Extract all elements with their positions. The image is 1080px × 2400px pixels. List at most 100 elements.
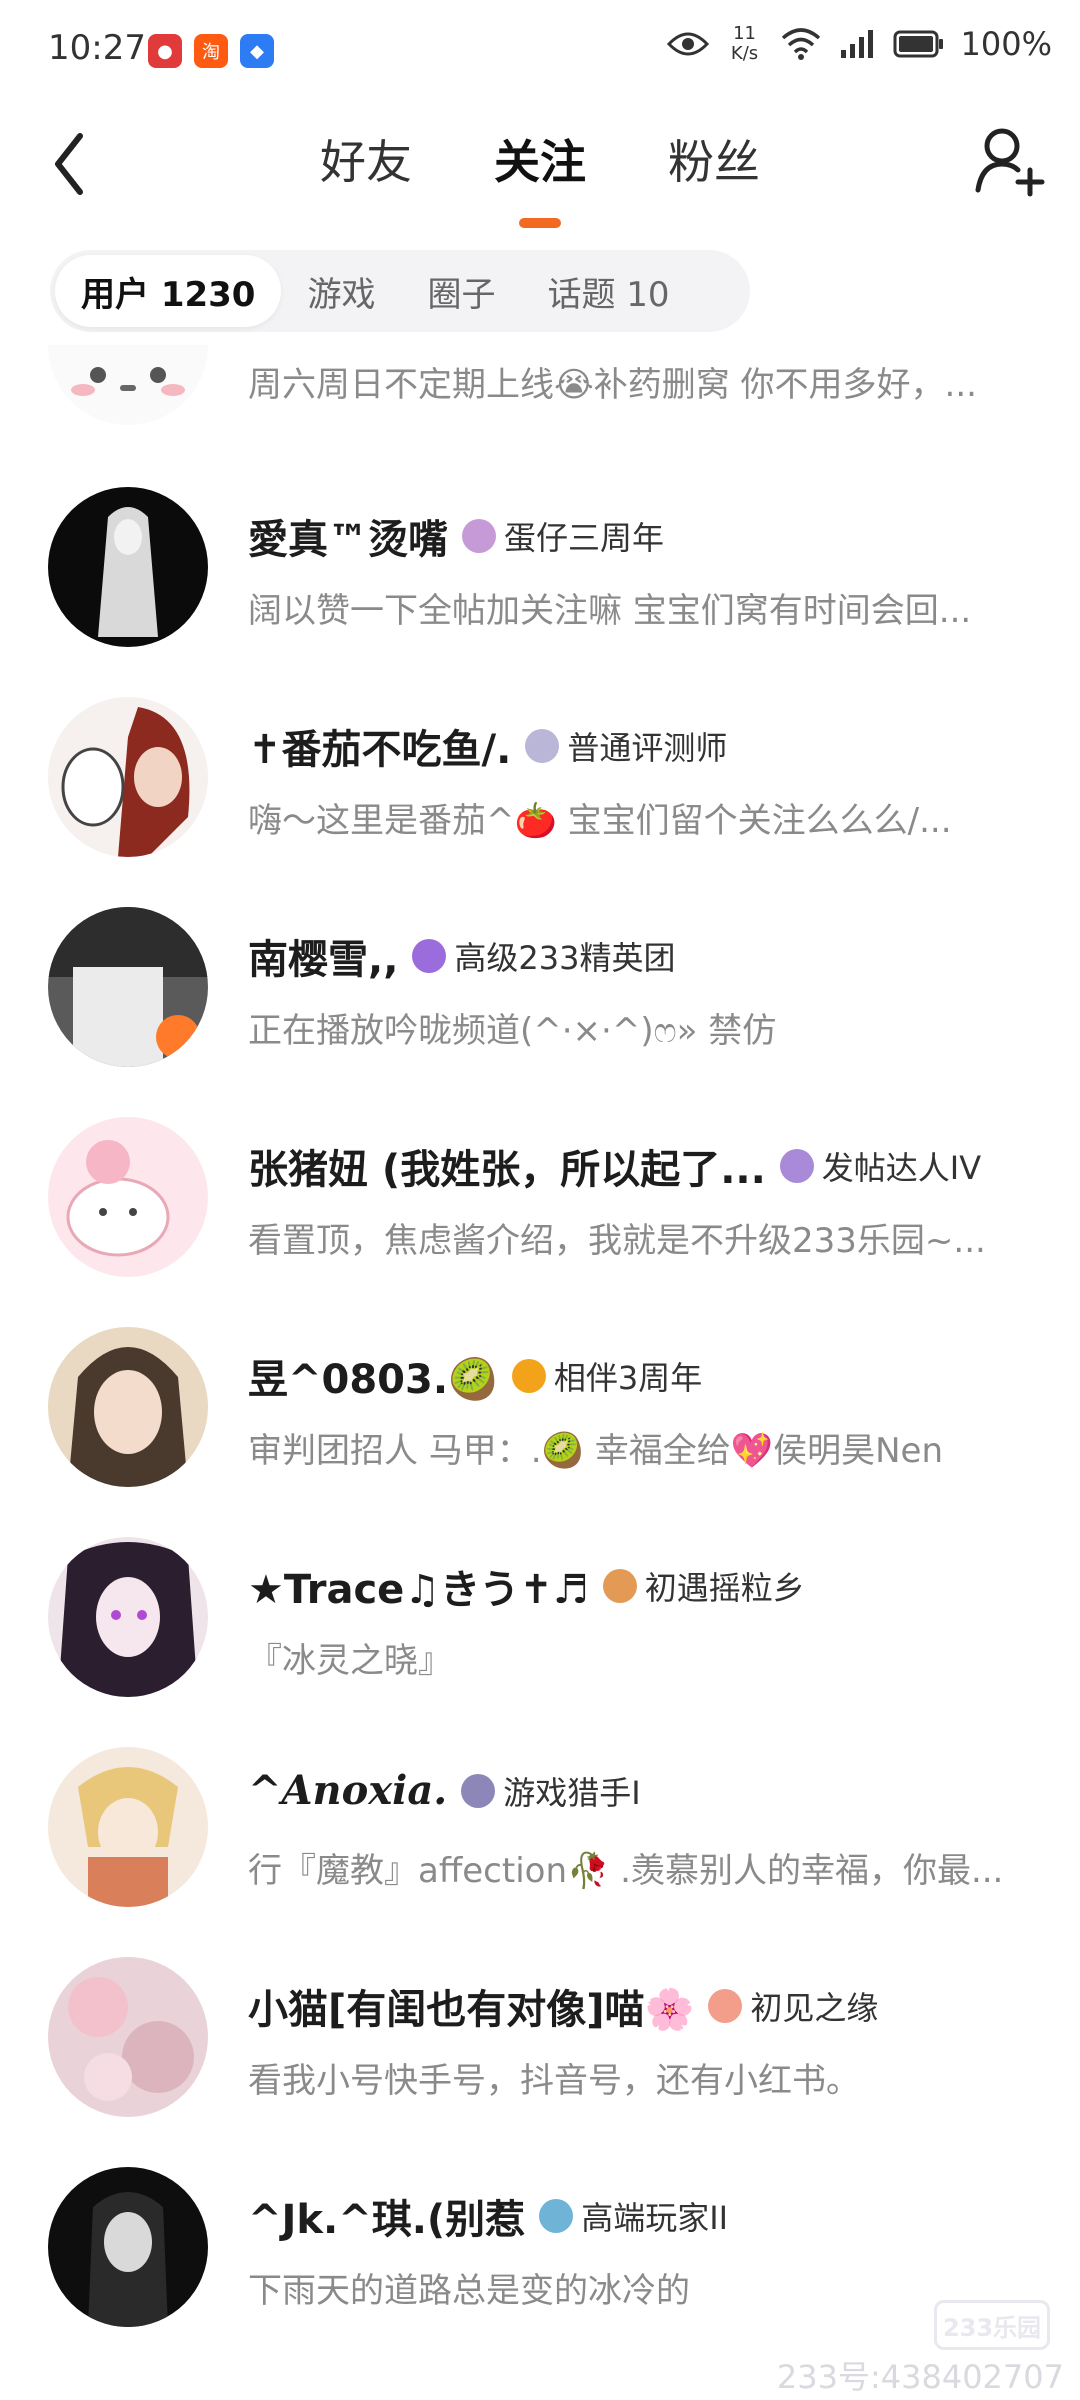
badge-icon [511,1359,546,1393]
tab-bar: 好友 关注 粉丝 [0,126,1080,228]
badge-label: 初见之缘 [750,1989,879,2027]
avatar-image [88,2192,168,2327]
badge-label: 发帖达人IV [821,1149,982,1187]
list-item[interactable]: ^Anoxia. 游戏猎手I 行『魔教』affection🥀 .羡慕别人的幸福，… [0,1745,1080,1955]
avatar-image [68,1977,194,2101]
watermark-id: 233号:438402707 [776,2358,1064,2396]
avatar [48,697,208,857]
app-icon-3: ◆ [240,34,274,68]
list-item-desc: 阔以赞一下全帖加关注嘛 宝宝们窝有时间会回... [248,591,972,631]
tab-following-label: 关注 [494,135,586,189]
badge-label: 高端玩家II [581,2199,729,2237]
badge-icon [539,2199,574,2233]
list-item-desc: 『冰灵之晓』 [248,1641,452,1681]
active-tab-indicator [519,218,561,228]
list-item[interactable]: 张猪妞 (我姓张，所以起了... 发帖达人IV 看置顶，焦虑酱介绍，我就是不升级… [0,1115,1080,1325]
watermark-logo: 233乐园 [934,2300,1050,2350]
user-name: ★Trace♫きう✝♬ [248,1567,589,1613]
list-item-title: 张猪妞 (我姓张，所以起了... 发帖达人IV [248,1137,981,1195]
list-item[interactable]: 小猫[有闺也有对像]喵🌸 初见之缘 看我小号快手号，抖音号，还有小红书。 [0,1955,1080,2165]
list-item-desc: 审判团招人 马甲：.🥝 幸福全给💖侯明昊Nen [248,1431,943,1471]
list-item-title: ^Jk.^琪.(别惹 高端玩家II [248,2187,728,2245]
badge-icon [779,1149,814,1183]
user-name: ^Jk.^琪.(别惹 [248,2197,526,2243]
list-item-desc: 嗨～这里是番茄^🍅 宝宝们留个关注么么么/... [248,801,952,841]
list-item-desc: 周六周日不定期上线😭补药删窝 你不用多好，... [248,365,977,405]
signal-icon [840,30,873,58]
user-badge: 蛋仔三周年 [462,513,664,559]
badge-label: 游戏猎手I [503,1773,641,1812]
badge-label: 蛋仔三周年 [504,519,665,557]
battery-icon [893,30,943,58]
user-badge: 高端玩家II [539,2193,728,2239]
following-list: 周六周日不定期上线😭补药删窝 你不用多好，... 愛真™烫嘴 蛋仔三周年 阔以赞… [0,345,1080,2400]
list-item[interactable]: 南樱雪,, 高级233精英团 正在播放吟昽频道(^·×·^)ෆ» 禁仿 [0,905,1080,1115]
list-item[interactable]: 昱^0803.🥝 相伴3周年 审判团招人 马甲：.🥝 幸福全给💖侯明昊Nen [0,1325,1080,1535]
avatar-image [68,1347,188,1487]
badge-icon [461,1773,496,1808]
avatar-image [61,707,190,857]
list-item[interactable]: ★Trace♫きう✝♬ 初遇摇粒乡 『冰灵之晓』 [0,1535,1080,1745]
avatar-image [98,507,158,637]
list-item-desc: 正在播放吟昽频道(^·×·^)ෆ» 禁仿 [248,1011,777,1051]
avatar-image [48,907,208,1067]
list-item-desc: 看置顶，焦虑酱介绍，我就是不升级233乐园~... [248,1221,986,1261]
badge-icon [412,939,447,973]
user-name: ✝番茄不吃鱼/. [248,727,512,773]
avatar [48,1957,208,2117]
segment-games[interactable]: 游戏 [281,255,401,327]
speed-value: 11 [733,23,756,44]
tab-friends[interactable]: 好友 [314,126,418,192]
status-time: 10:27 [48,28,146,68]
list-item[interactable]: ^Jk.^琪.(别惹 高端玩家II 下雨天的道路总是变的冰冷的 [0,2165,1080,2375]
tab-fans[interactable]: 粉丝 [662,126,766,192]
avatar-image [78,1767,178,1907]
status-right: 11 K/s 100% [666,24,1052,64]
list-item-title: ★Trace♫きう✝♬ 初遇摇粒乡 [248,1557,805,1615]
speed-unit: K/s [730,43,759,64]
user-badge: 发帖达人IV [779,1143,982,1189]
badge-label: 相伴3周年 [553,1359,703,1397]
list-item-title: 愛真™烫嘴 蛋仔三周年 [248,507,664,565]
eye-icon [666,32,709,56]
avatar [48,1117,208,1277]
filter-segment: 用户 1230 游戏 圈子 话题 10 [50,250,750,332]
header: 好友 关注 粉丝 [0,110,1080,230]
network-speed: 11 K/s [725,24,765,64]
list-item-title: 昱^0803.🥝 相伴3周年 [248,1347,702,1405]
segment-users[interactable]: 用户 1230 [55,255,282,327]
status-app-icons: ● 淘 ◆ [148,34,274,68]
badge-icon [708,1989,743,2023]
badge-label: 高级233精英团 [454,939,676,977]
segment-circles[interactable]: 圈子 [401,255,521,327]
user-badge: 相伴3周年 [511,1353,703,1399]
add-user-button[interactable] [972,120,1048,200]
app-icon-1: ● [148,34,182,68]
list-item-title: 南樱雪,, 高级233精英团 [248,927,675,985]
list-item-desc: 看我小号快手号，抖音号，还有小红书。 [248,2061,860,2101]
user-name: 南樱雪,, [248,937,399,983]
avatar [48,345,208,425]
avatar-image [58,1542,198,1697]
list-item-title: 小猫[有闺也有对像]喵🌸 初见之缘 [248,1977,878,2035]
list-item-desc: 行『魔教』affection🥀 .羡慕别人的幸福，你最... [248,1851,1004,1891]
wifi-icon [781,28,820,60]
user-name: ^Anoxia. [248,1767,448,1814]
app-icon-taobao: 淘 [194,34,228,68]
user-badge: 初遇摇粒乡 [602,1563,805,1609]
avatar-image [71,367,185,396]
avatar [48,1747,208,1907]
avatar [48,1327,208,1487]
add-user-icon [975,128,1045,197]
segment-topics[interactable]: 话题 10 [521,255,695,327]
avatar [48,2167,208,2327]
status-bar: 10:27 ● 淘 ◆ 11 K/s 100% [0,0,1080,100]
user-name: 小猫[有闺也有对像]喵🌸 [248,1987,695,2033]
list-item-title: ^Anoxia. 游戏猎手I [248,1767,641,1814]
list-item[interactable]: 愛真™烫嘴 蛋仔三周年 阔以赞一下全帖加关注嘛 宝宝们窝有时间会回... [0,485,1080,695]
badge-icon [602,1569,637,1603]
user-name: 昱^0803.🥝 [248,1357,498,1403]
tab-following[interactable]: 关注 [488,126,592,228]
list-item[interactable]: ✝番茄不吃鱼/. 普通评测师 嗨～这里是番茄^🍅 宝宝们留个关注么么么/... [0,695,1080,905]
user-badge: 高级233精英团 [412,933,675,979]
